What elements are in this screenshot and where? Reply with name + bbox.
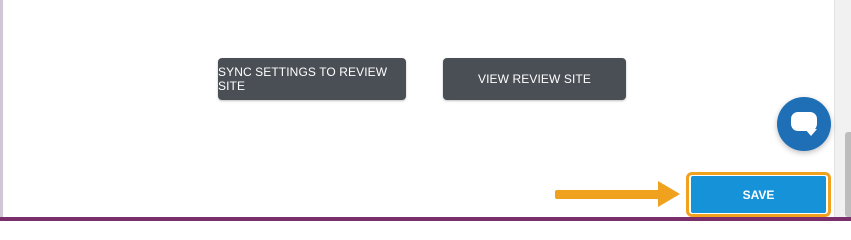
view-review-site-button[interactable]: VIEW REVIEW SITE (443, 58, 626, 100)
scrollbar-thumb[interactable] (845, 132, 851, 217)
chat-widget-button[interactable] (777, 97, 831, 151)
window-frame-bottom (0, 217, 851, 221)
sync-settings-button[interactable]: SYNC SETTINGS TO REVIEW SITE (218, 58, 406, 100)
save-button[interactable]: SAVE (691, 176, 826, 213)
sync-settings-label: SYNC SETTINGS TO REVIEW SITE (218, 65, 388, 93)
save-button-label: SAVE (742, 187, 775, 202)
view-review-site-label: VIEW REVIEW SITE (478, 72, 591, 86)
